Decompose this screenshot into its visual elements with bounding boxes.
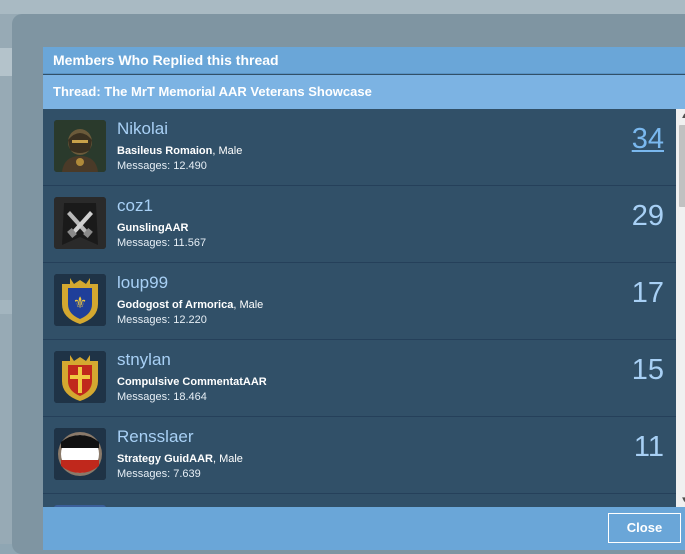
list-item: stnylan Compulsive CommentatAAR Messages… bbox=[43, 340, 676, 417]
list-item: coz1 GunslingAAR Messages: 11.567 29 bbox=[43, 186, 676, 263]
scrollbar-thumb[interactable] bbox=[679, 125, 685, 207]
scroll-down-arrow-icon[interactable]: ▼ bbox=[676, 493, 685, 507]
reply-count-link[interactable]: 15 bbox=[632, 354, 664, 387]
reply-count-link[interactable]: 11 bbox=[634, 431, 664, 464]
member-user-title: Basileus Romaion, Male bbox=[117, 145, 242, 157]
member-gender: , Male bbox=[212, 453, 243, 465]
member-gender: , Male bbox=[233, 299, 264, 311]
member-message-count: Messages: 7.639 bbox=[117, 468, 201, 480]
member-name-link[interactable]: coz1 bbox=[117, 196, 153, 216]
backdrop-header bbox=[0, 0, 685, 14]
scroll-up-arrow-icon[interactable]: ▲ bbox=[676, 109, 685, 123]
close-button[interactable]: Close bbox=[608, 513, 681, 543]
black-white-red-shield-avatar[interactable] bbox=[54, 428, 106, 480]
member-title-text: Godogost of Armorica bbox=[117, 299, 234, 311]
list-item: ⚜ loup99 Godogost of Armorica, Male Mess… bbox=[43, 263, 676, 340]
member-name-link[interactable]: loup99 bbox=[117, 273, 168, 293]
reply-count-link[interactable]: 17 bbox=[632, 277, 664, 310]
members-replied-dialog: Members Who Replied this thread Thread: … bbox=[12, 14, 685, 554]
member-user-title: Godogost of Armorica, Male bbox=[117, 299, 263, 311]
thread-title: Thread: The MrT Memorial AAR Veterans Sh… bbox=[43, 75, 685, 109]
fleur-de-lis-icon: ⚜ bbox=[54, 274, 106, 326]
red-cross-coat-of-arms-avatar[interactable] bbox=[54, 351, 106, 403]
round-shield-icon bbox=[54, 428, 106, 480]
member-list-scrollbar[interactable]: ▲ ▼ bbox=[676, 109, 685, 507]
reply-count-link[interactable]: 34 bbox=[632, 123, 664, 156]
svg-text:⚜: ⚜ bbox=[73, 293, 87, 312]
member-list[interactable]: Nikolai Basileus Romaion, Male Messages:… bbox=[43, 109, 676, 507]
crossed-pistols-icon bbox=[54, 197, 106, 249]
member-title-text: GunslingAAR bbox=[117, 222, 189, 234]
member-message-count: Messages: 18.464 bbox=[117, 391, 207, 403]
list-item bbox=[43, 494, 676, 507]
list-item: Rensslaer Strategy GuidAAR, Male Message… bbox=[43, 417, 676, 494]
crossed-pistols-avatar[interactable] bbox=[54, 197, 106, 249]
fleur-de-lis-coat-of-arms-avatar[interactable]: ⚜ bbox=[54, 274, 106, 326]
member-message-count: Messages: 12.490 bbox=[117, 160, 207, 172]
member-message-count: Messages: 11.567 bbox=[117, 237, 207, 249]
member-name-link[interactable]: Nikolai bbox=[117, 119, 168, 139]
member-message-count: Messages: 12.220 bbox=[117, 314, 207, 326]
member-name-link[interactable]: stnylan bbox=[117, 350, 171, 370]
member-title-text: Compulsive CommentatAAR bbox=[117, 376, 267, 388]
member-user-title: Compulsive CommentatAAR bbox=[117, 376, 267, 388]
member-name-link[interactable]: Rensslaer bbox=[117, 427, 194, 447]
list-item: Nikolai Basileus Romaion, Male Messages:… bbox=[43, 109, 676, 186]
knight-portrait-icon bbox=[54, 120, 106, 172]
dialog-title: Members Who Replied this thread bbox=[43, 47, 685, 74]
member-title-text: Basileus Romaion bbox=[117, 145, 213, 157]
dialog-content: Members Who Replied this thread Thread: … bbox=[43, 47, 685, 550]
member-user-title: GunslingAAR bbox=[117, 222, 189, 234]
knight-portrait-avatar[interactable] bbox=[54, 120, 106, 172]
member-title-text: Strategy GuidAAR bbox=[117, 453, 213, 465]
red-cross-shield-icon bbox=[54, 351, 106, 403]
member-user-title: Strategy GuidAAR, Male bbox=[117, 453, 243, 465]
member-gender: , Male bbox=[212, 145, 243, 157]
reply-count-link[interactable]: 29 bbox=[632, 200, 664, 233]
